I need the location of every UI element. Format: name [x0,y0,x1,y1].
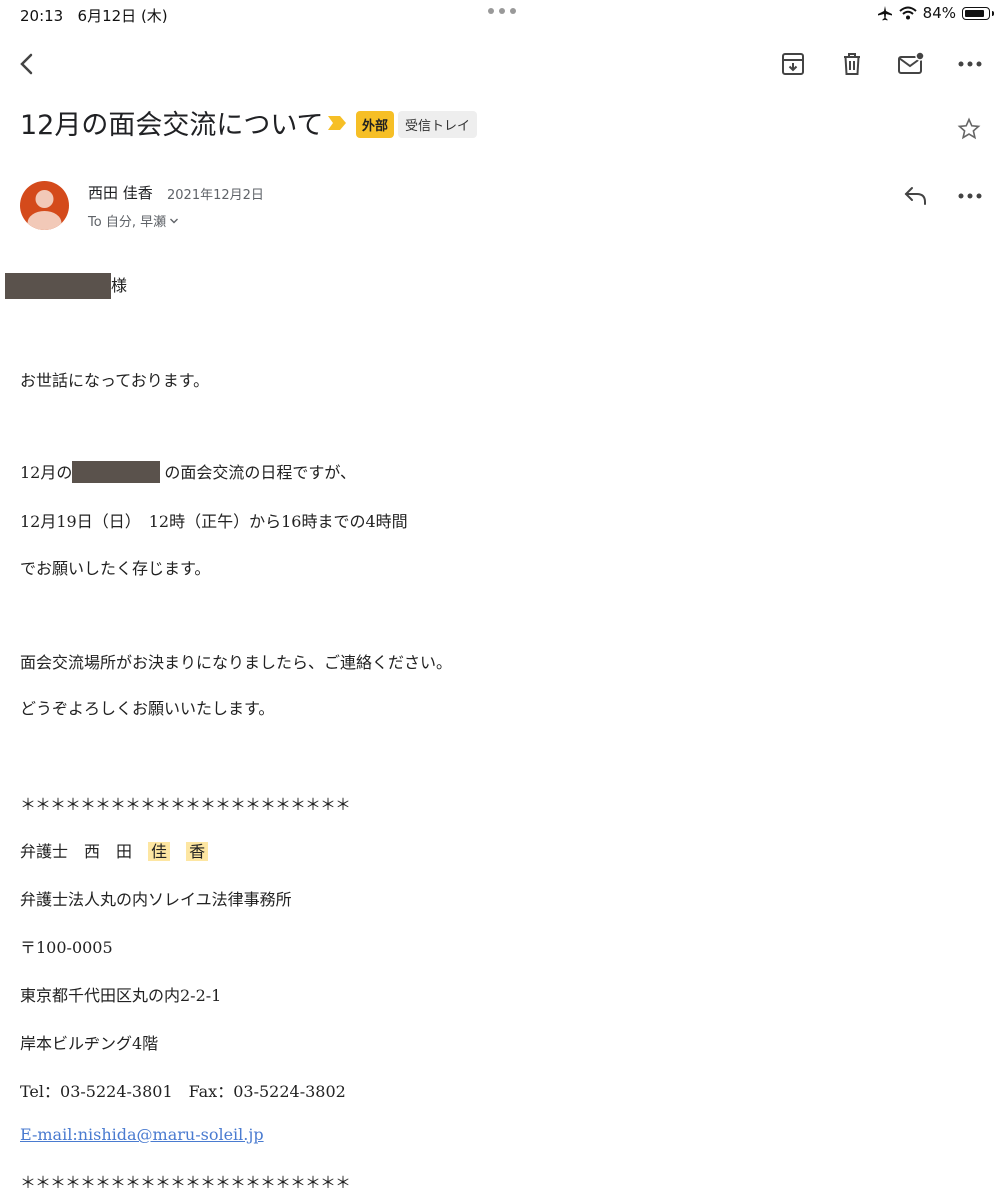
redacted-child-name [72,461,161,483]
signature-highlight-1: 佳 [148,842,171,861]
signature-email-link[interactable]: E-mail:nishida@maru-soleil.jp [20,1125,264,1144]
signature-address-1: 東京都千代田区丸の内2-2-1 [20,986,222,1005]
airplane-icon [877,6,892,21]
recipients-text: To 自分, 早瀬 [88,215,167,230]
body-line-1: 12月の の面会交流の日程ですが、 [20,459,356,483]
salutation-suffix: 様 [111,276,128,295]
back-icon [20,53,33,75]
battery-icon [962,6,994,20]
signature-separator-top: ＊＊＊＊＊＊＊＊＊＊＊＊＊＊＊＊＊＊＊＊＊＊ [20,795,351,814]
status-clock: 20:13 [20,7,64,25]
star-icon[interactable] [957,117,981,141]
back-button[interactable] [12,48,44,80]
label-inbox[interactable]: 受信トレイ [398,111,478,138]
signature-highlight-2: 香 [186,842,209,861]
signature-phone: Tel：03-5224-3801 Fax：03-5224-3802 [20,1082,346,1101]
multitasking-dots-icon[interactable] [487,7,517,15]
delete-button[interactable] [836,48,868,80]
salutation: 様 [5,272,127,299]
mark-unread-icon [898,51,925,74]
body-line-1-suffix: の面会交流の日程ですが、 [164,463,357,482]
status-date: 6月12日 (木) [77,7,168,25]
recipients-toggle[interactable]: To 自分, 早瀬 [88,211,179,230]
signature-separator-bottom: ＊＊＊＊＊＊＊＊＊＊＊＊＊＊＊＊＊＊＊＊＊＊ [20,1173,351,1192]
signature-firm: 弁護士法人丸の内ソレイユ法律事務所 [20,890,292,909]
body-line-2: 12月19日（日） 12時（正午）から16時までの4時間 [20,512,408,531]
signature-name: 弁護士 西 田 佳 香 [20,838,209,862]
archive-icon [782,53,804,75]
body-line-4: 面会交流場所がお決まりになりましたら、ご連絡ください。 [20,653,453,672]
importance-marker-icon[interactable] [326,114,348,132]
trash-icon [844,53,860,75]
email-subject: 12月の面会交流について [20,110,324,141]
status-time: 20:13 6月12日 (木) [20,5,168,26]
wifi-icon [898,6,917,20]
body-line-5: どうぞよろしくお願いいたします。 [20,699,275,718]
more-options-button[interactable] [954,48,986,80]
redacted-name [5,273,111,299]
more-icon [958,61,982,67]
sender-name[interactable]: 西田 佳香 [88,182,153,203]
signature-address-2: 岸本ビルヂング4階 [20,1034,159,1053]
sender-avatar[interactable] [20,181,69,230]
message-more-button[interactable] [954,180,986,212]
person-icon [27,190,62,230]
label-external[interactable]: 外部 [356,111,395,138]
body-line-1-prefix: 12月の [20,463,73,482]
reply-icon [904,187,926,205]
sender-date: 2021年12月2日 [167,188,264,203]
greeting: お世話になっております。 [20,371,210,390]
signature-postal: 〒100-0005 [20,938,113,957]
reply-button[interactable] [900,180,932,212]
body-line-3: でお願いしたく存じます。 [20,559,211,578]
more-icon [958,193,982,199]
battery-percent: 84% [922,4,956,22]
mark-unread-button[interactable] [895,48,927,80]
status-indicators: 84% [877,4,994,22]
signature-title-name: 弁護士 西 田 [20,842,133,861]
archive-button[interactable] [777,48,809,80]
chevron-down-icon [170,218,179,223]
